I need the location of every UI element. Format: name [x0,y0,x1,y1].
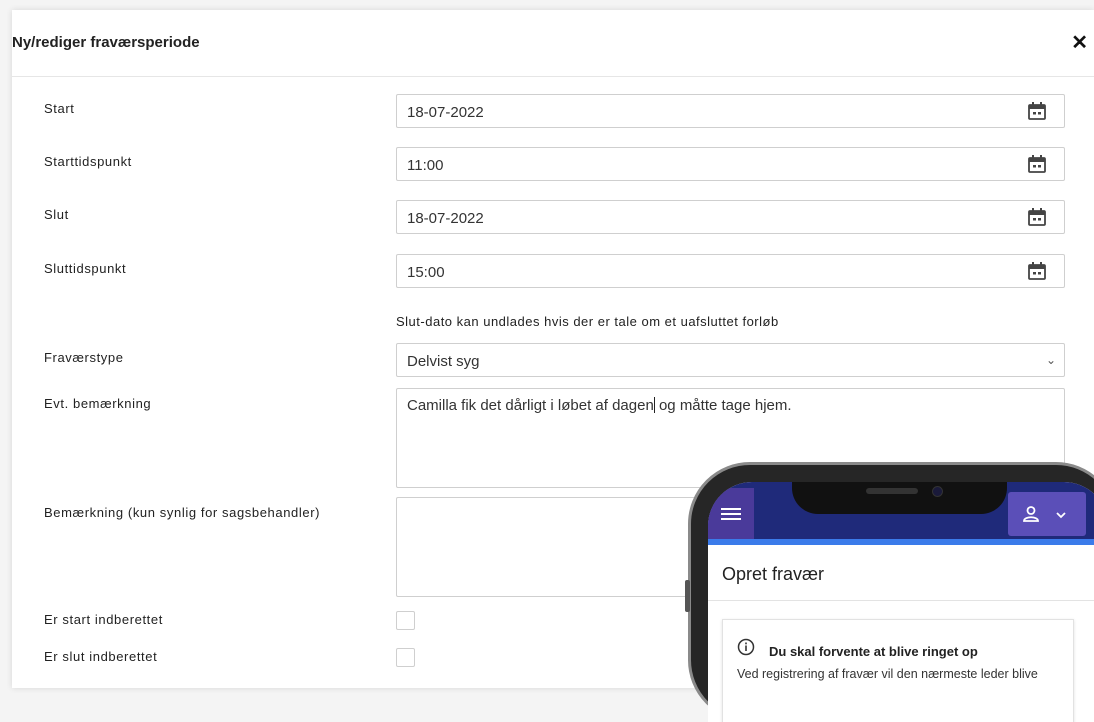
user-icon [1023,506,1039,522]
phone-side-button [685,580,690,612]
phone-page-title: Opret fravær [722,564,825,584]
end-reported-label: Er slut indberettet [44,649,158,664]
dialog-title: Ny/rediger fraværsperiode [12,34,200,51]
close-icon[interactable]: ✕ [1071,30,1088,55]
info-card: Du skal forvente at blive ringet op Ved … [722,619,1074,722]
menu-icon[interactable] [708,488,754,539]
user-menu-button[interactable] [1008,492,1086,536]
admin-remark-label: Bemærkning (kun synlig for sagsbehandler… [44,505,321,520]
phone-speaker [866,488,918,494]
calendar-icon[interactable] [1027,154,1047,174]
phone-mockup: Opret fravær Du skal forvente at blive r… [685,462,1094,722]
phone-camera [932,486,943,497]
start-reported-label: Er start indberettet [44,612,163,627]
remark-text-before: Camilla fik det dårligt i løbet af dagen [407,397,654,414]
remark-text-after: og måtte tage hjem. [654,397,792,414]
info-card-title: Du skal forvente at blive ringet op [769,644,978,659]
start-reported-checkbox[interactable] [396,611,415,630]
end-time-label: Sluttidspunkt [44,261,127,276]
phone-screen: Opret fravær Du skal forvente at blive r… [708,482,1094,722]
start-date-field[interactable]: 18-07-2022 [396,94,1065,128]
dialog-header: Ny/rediger fraværsperiode ✕ [12,10,1094,77]
end-date-hint: Slut-dato kan undlades hvis der er tale … [396,314,779,329]
calendar-icon[interactable] [1027,207,1047,227]
start-time-label: Starttidspunkt [44,154,132,169]
absence-type-label: Fraværstype [44,350,124,365]
phone-topbar-accent [708,539,1094,545]
info-card-text: Ved registrering af fravær vil den nærme… [737,667,1038,681]
start-time-field[interactable]: 11:00 [396,147,1065,181]
calendar-icon[interactable] [1027,101,1047,121]
phone-notch [792,482,1007,514]
end-time-value: 15:00 [407,264,445,281]
chevron-down-icon [1056,512,1066,519]
phone-divider [708,600,1094,601]
calendar-icon[interactable] [1027,261,1047,281]
end-date-value: 18-07-2022 [407,210,484,227]
start-label: Start [44,101,75,116]
info-icon [737,638,755,656]
absence-type-select[interactable]: Delvist syg ⌄ [396,343,1065,377]
end-time-field[interactable]: 15:00 [396,254,1065,288]
remark-value: Camilla fik det dårligt i løbet af dagen… [407,397,792,414]
start-date-value: 18-07-2022 [407,104,484,121]
end-label: Slut [44,207,69,222]
start-time-value: 11:00 [407,157,444,174]
end-reported-checkbox[interactable] [396,648,415,667]
absence-type-value: Delvist syg [407,353,480,370]
chevron-down-icon: ⌄ [1045,353,1056,367]
remark-label: Evt. bemærkning [44,396,152,411]
end-date-field[interactable]: 18-07-2022 [396,200,1065,234]
